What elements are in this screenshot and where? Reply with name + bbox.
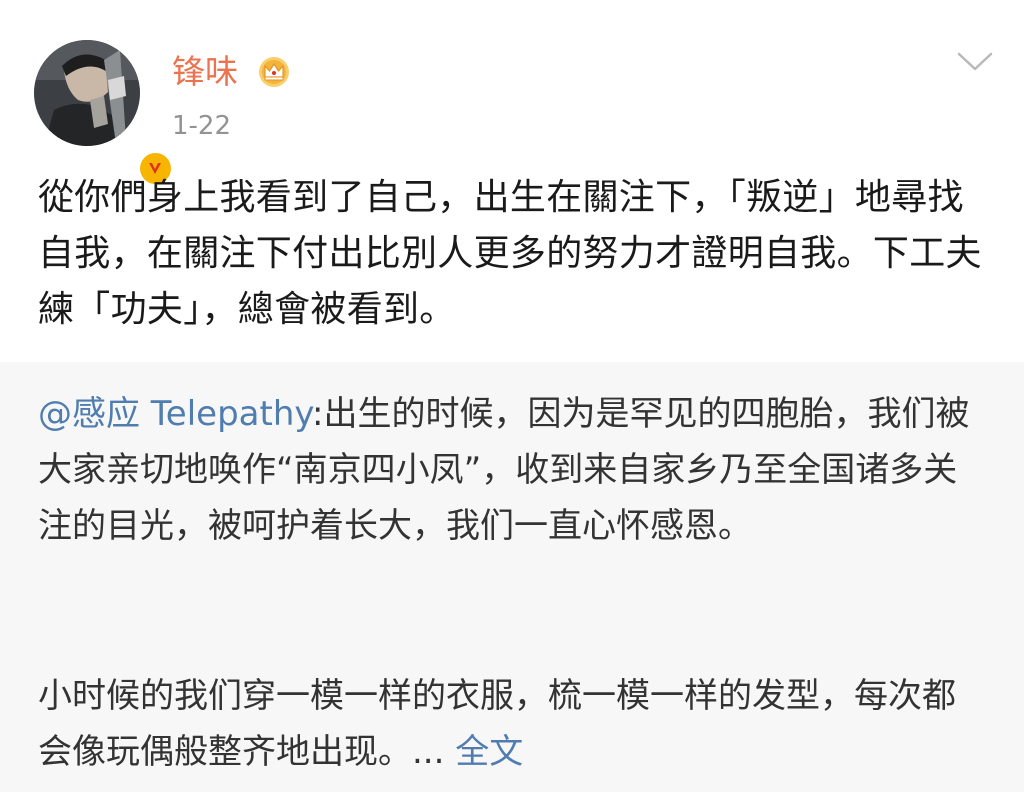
crown-icon[interactable] <box>256 53 292 89</box>
avatar-photo <box>34 40 140 146</box>
post-text: 從你們身上我看到了自己，出生在關注下，「叛逆」地尋找自我，在關注下付出比別人更多… <box>38 177 982 330</box>
repost-paragraph-1: @感应 Telepathy:出生的时候，因为是罕见的四胞胎，我们被大家亲切地唤作… <box>38 386 988 554</box>
repost-paragraph-2: 小时候的我们穿一模一样的衣服，梳一模一样的发型，每次都会像玩偶般整齐地出现。..… <box>38 668 988 780</box>
chevron-down-icon[interactable] <box>956 50 994 74</box>
username[interactable]: 锋味 <box>172 52 238 92</box>
mention-link[interactable]: @感应 Telepathy <box>38 394 312 434</box>
post-header: 锋味 1-22 <box>0 0 1024 186</box>
full-text-link[interactable]: 全文 <box>455 732 523 772</box>
weibo-post-card: 锋味 1-22 從你們身上我看到了自己，出生在關注下，「叛逆」地尋找自我，在關注… <box>0 0 1024 792</box>
repost-card[interactable]: @感应 Telepathy:出生的时候，因为是罕见的四胞胎，我们被大家亲切地唤作… <box>0 362 1024 792</box>
post-date: 1-22 <box>172 111 232 141</box>
avatar[interactable] <box>34 40 173 186</box>
